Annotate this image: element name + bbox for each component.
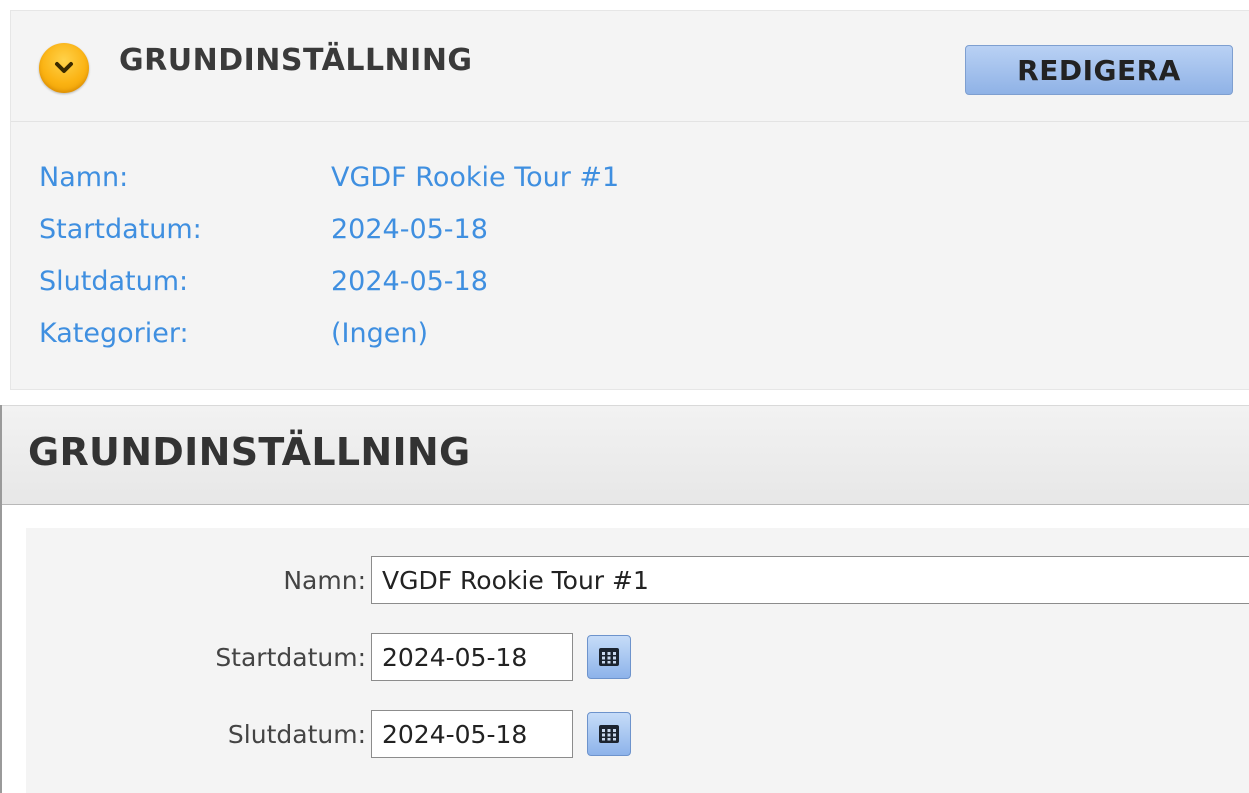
start-date-input[interactable] xyxy=(371,633,573,681)
settings-summary: Namn: VGDF Rookie Tour #1 Startdatum: 20… xyxy=(39,151,619,359)
summary-label: Namn: xyxy=(39,161,129,193)
edit-button[interactable]: REDIGERA xyxy=(965,45,1233,95)
summary-row-start-date: Startdatum: 2024-05-18 xyxy=(39,203,619,255)
summary-value: (Ingen) xyxy=(331,317,429,349)
view-panel: GRUNDINSTÄLLNING REDIGERA Namn: VGDF Roo… xyxy=(10,10,1249,390)
edit-panel: GRUNDINSTÄLLNING Namn: Startdatum: Slutd… xyxy=(0,405,1249,793)
name-input[interactable] xyxy=(371,556,1249,604)
end-date-calendar-button[interactable] xyxy=(587,712,631,756)
summary-value: 2024-05-18 xyxy=(331,213,488,245)
start-date-calendar-button[interactable] xyxy=(587,635,631,679)
end-date-input[interactable] xyxy=(371,710,573,758)
calendar-icon xyxy=(599,648,619,666)
summary-label: Slutdatum: xyxy=(39,265,189,297)
summary-row-categories: Kategorier: (Ingen) xyxy=(39,307,619,359)
edit-panel-header: GRUNDINSTÄLLNING xyxy=(2,405,1249,505)
summary-value: 2024-05-18 xyxy=(331,265,488,297)
chevron-down-icon[interactable] xyxy=(39,43,89,93)
end-date-label: Slutdatum: xyxy=(227,720,366,749)
summary-row-end-date: Slutdatum: 2024-05-18 xyxy=(39,255,619,307)
summary-value: VGDF Rookie Tour #1 xyxy=(331,161,620,193)
summary-label: Startdatum: xyxy=(39,213,202,245)
name-label: Namn: xyxy=(283,566,366,595)
summary-row-name: Namn: VGDF Rookie Tour #1 xyxy=(39,151,619,203)
summary-label: Kategorier: xyxy=(39,317,189,349)
edit-panel-title: GRUNDINSTÄLLNING xyxy=(28,430,471,474)
start-date-label: Startdatum: xyxy=(215,643,366,672)
view-panel-header: GRUNDINSTÄLLNING REDIGERA xyxy=(11,11,1249,122)
settings-form: Namn: Startdatum: Slutdatum: xyxy=(26,528,1249,793)
calendar-icon xyxy=(599,725,619,743)
view-panel-title: GRUNDINSTÄLLNING xyxy=(119,43,473,78)
